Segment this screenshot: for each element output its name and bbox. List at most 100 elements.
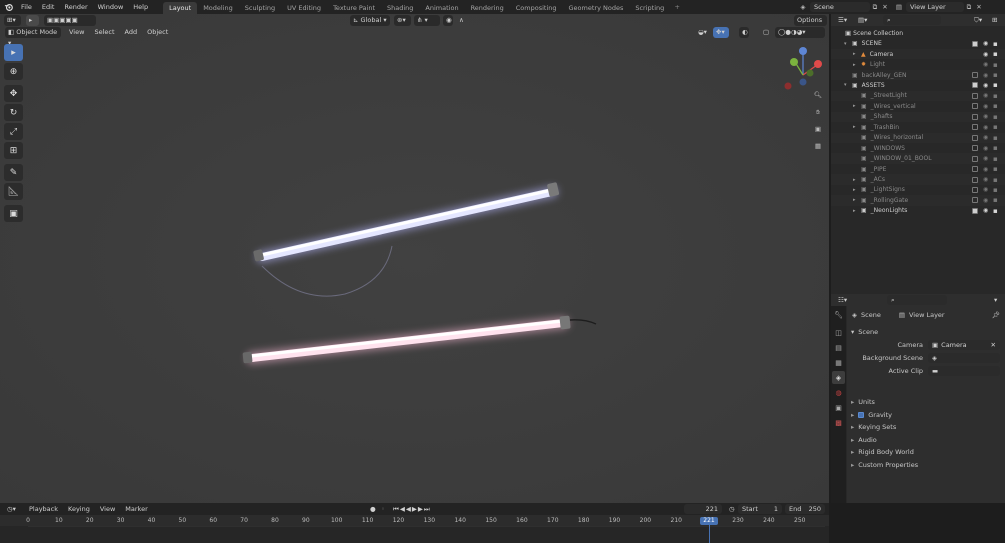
tab-rendering[interactable]: Rendering [465, 2, 510, 14]
scene-panel-header[interactable]: ▾ Scene [847, 326, 1005, 338]
render-camera-icon[interactable]: ▪ [993, 144, 998, 152]
render-camera-icon[interactable]: ▪ [993, 123, 998, 131]
eye-icon[interactable]: ◉ [983, 166, 988, 173]
properties-editor-icon[interactable]: ☷▾ [835, 295, 849, 306]
outliner-editor-icon[interactable]: ☰▾ [835, 15, 849, 26]
render-camera-icon[interactable]: ▪ [993, 207, 998, 215]
outliner-row-camera[interactable]: ▸ ▲ Camera ◉ ▪ [831, 48, 1005, 60]
timeline-track[interactable] [28, 526, 825, 539]
world-tab-icon[interactable]: ◍ [832, 386, 845, 399]
outliner-row-pipe[interactable]: ▣ _PIPE ◉ ▪ [831, 164, 1005, 174]
exclude-checkbox[interactable] [972, 134, 978, 141]
auto-key-options-icon[interactable]: ◦ [378, 504, 388, 515]
chevron-right-icon[interactable]: ▸ [853, 62, 861, 68]
chevron-right-icon[interactable]: ▸ [853, 103, 861, 109]
zoom-icon[interactable]: 🔍︎ [812, 89, 824, 101]
tab-uv-editing[interactable]: UV Editing [281, 2, 327, 14]
outliner-row-assets[interactable]: ▾ ▣ ASSETS ◉ ▪ [831, 80, 1005, 90]
chevron-right-icon[interactable]: ▸ [853, 197, 861, 203]
gravity-checkbox[interactable] [858, 411, 865, 418]
tab-geometry-nodes[interactable]: Geometry Nodes [563, 2, 630, 14]
current-frame-field[interactable]: 221 [684, 504, 722, 514]
outliner-row-backalley-gen[interactable]: ▣ backAlley_GEN ◉ ▪ [831, 69, 1005, 81]
new-view-layer-icon[interactable]: ⧉ [964, 2, 974, 12]
exclude-checkbox[interactable] [972, 176, 978, 183]
panel-keying-sets[interactable]: ▸ Keying Sets [847, 421, 1005, 433]
breadcrumb-scene[interactable]: Scene [861, 311, 881, 319]
render-camera-icon[interactable]: ▪ [993, 155, 998, 163]
render-camera-icon[interactable]: ▪ [993, 71, 998, 79]
tab-sculpting[interactable]: Sculpting [239, 2, 281, 14]
annotate-tool[interactable]: ✎ [4, 164, 23, 181]
new-scene-icon[interactable]: ⧉ [870, 2, 880, 12]
outliner-row-streetlight[interactable]: ▣ _StreetLight ◉ ▪ [831, 90, 1005, 102]
outliner-row-trashbin[interactable]: ▸ ▣ _TrashBin ◉ ▪ [831, 122, 1005, 132]
scene-collection-row[interactable]: ▣ Scene Collection [831, 28, 1005, 38]
start-frame-field[interactable]: Start 1 [738, 504, 782, 514]
eye-icon[interactable]: ◉ [983, 82, 988, 89]
tab-modeling[interactable]: Modeling [197, 2, 239, 14]
pin-icon[interactable]: 📌︎ [992, 311, 1000, 319]
outliner-row-light[interactable]: ▸ ✸ Light ◉ ▪ [831, 59, 1005, 69]
transform-tool[interactable]: ⊞ [4, 142, 23, 159]
render-camera-icon[interactable]: ▪ [993, 165, 998, 173]
panel-units[interactable]: ▸ Units [847, 396, 1005, 408]
exclude-checkbox[interactable] [972, 82, 978, 89]
chevron-right-icon[interactable]: ▸ [853, 208, 861, 214]
render-camera-icon[interactable]: ▪ [993, 134, 998, 142]
panel-custom-properties[interactable]: ▸ Custom Properties [847, 459, 1005, 471]
pivot-icon[interactable]: ⊛▾ [394, 15, 411, 26]
render-camera-icon[interactable]: ▪ [993, 61, 998, 69]
render-camera-icon[interactable]: ▪ [993, 50, 998, 58]
outliner-row-acs[interactable]: ▸ ▣ _ACs ◉ ▪ [831, 174, 1005, 185]
menu-window[interactable]: Window [93, 0, 129, 14]
exclude-checkbox[interactable] [972, 207, 978, 214]
gizmo-toggle-icon[interactable]: ✥▾ [713, 27, 729, 38]
eye-icon[interactable]: ◉ [983, 155, 988, 162]
view-layer-selector[interactable]: View Layer [906, 2, 964, 12]
menu-file[interactable]: File [16, 0, 37, 14]
viewport-menu-view[interactable]: View [64, 27, 89, 38]
eye-icon[interactable]: ◉ [983, 145, 988, 152]
collection-tab-icon[interactable]: ▣ [832, 401, 845, 414]
exclude-checkbox[interactable] [972, 40, 978, 47]
display-mode-icon[interactable]: ▤▾ [855, 15, 869, 26]
add-cube-tool[interactable]: ▣ [4, 205, 23, 222]
clear-icon[interactable]: ✕ [991, 340, 996, 350]
delete-scene-icon[interactable]: ✕ [880, 2, 890, 12]
playback-controls[interactable]: ⏮◀◀▶▶⏭ [390, 504, 452, 515]
menu-render[interactable]: Render [59, 0, 92, 14]
exclude-checkbox[interactable] [972, 92, 978, 99]
outliner-row-rollinggate[interactable]: ▸ ▣ _RollingGate ◉ ▪ [831, 195, 1005, 206]
chevron-right-icon[interactable]: ▸ [853, 177, 861, 183]
outliner-row-lightsigns[interactable]: ▸ ▣ _LightSigns ◉ ▪ [831, 185, 1005, 195]
eye-icon[interactable]: ◉ [983, 186, 988, 193]
render-camera-icon[interactable]: ▪ [993, 81, 998, 89]
panel-gravity[interactable]: ▸ Gravity [847, 409, 1005, 421]
viewport-menu-object[interactable]: Object [142, 27, 173, 38]
scene-tab-icon[interactable]: ◈ [832, 371, 845, 384]
tab-compositing[interactable]: Compositing [510, 2, 563, 14]
move-tool[interactable]: ✥ [4, 85, 23, 102]
exclude-checkbox[interactable] [972, 113, 978, 120]
camera-view-icon[interactable]: ▣ [812, 123, 824, 135]
editor-type-icon[interactable]: ⊞▾ [4, 15, 21, 26]
eye-icon[interactable]: ◉ [983, 197, 988, 204]
3d-viewport[interactable] [0, 14, 829, 503]
overlay-toggle-icon[interactable]: ◐ [739, 27, 749, 38]
tool-tab-icon[interactable]: 🔧︎ [832, 308, 845, 321]
eye-icon[interactable]: ◉ [983, 92, 988, 99]
rotate-tool[interactable]: ↻ [4, 104, 23, 121]
selection-mode-buttons[interactable]: ▣▣▣▣▣ [44, 15, 96, 26]
eye-icon[interactable]: ◉ [983, 176, 988, 183]
eye-icon[interactable]: ◉ [983, 207, 988, 214]
outliner-row-wires-horizontal[interactable]: ▣ _Wires_horizontal ◉ ▪ [831, 132, 1005, 143]
camera-field[interactable]: ▣ Camera ✕ [928, 340, 1000, 350]
measure-tool[interactable]: 📐︎ [4, 183, 23, 200]
outliner-row-window-01-bool[interactable]: ▣ _WINDOW_01_BOOL ◉ ▪ [831, 153, 1005, 164]
eye-icon[interactable]: ◉ [983, 40, 988, 47]
delete-view-layer-icon[interactable]: ✕ [974, 2, 984, 12]
render-camera-icon[interactable]: ▪ [993, 102, 998, 110]
active-clip-field[interactable]: ▬ [928, 366, 1000, 376]
outliner-row-shafts[interactable]: ▣ _Shafts ◉ ▪ [831, 111, 1005, 123]
